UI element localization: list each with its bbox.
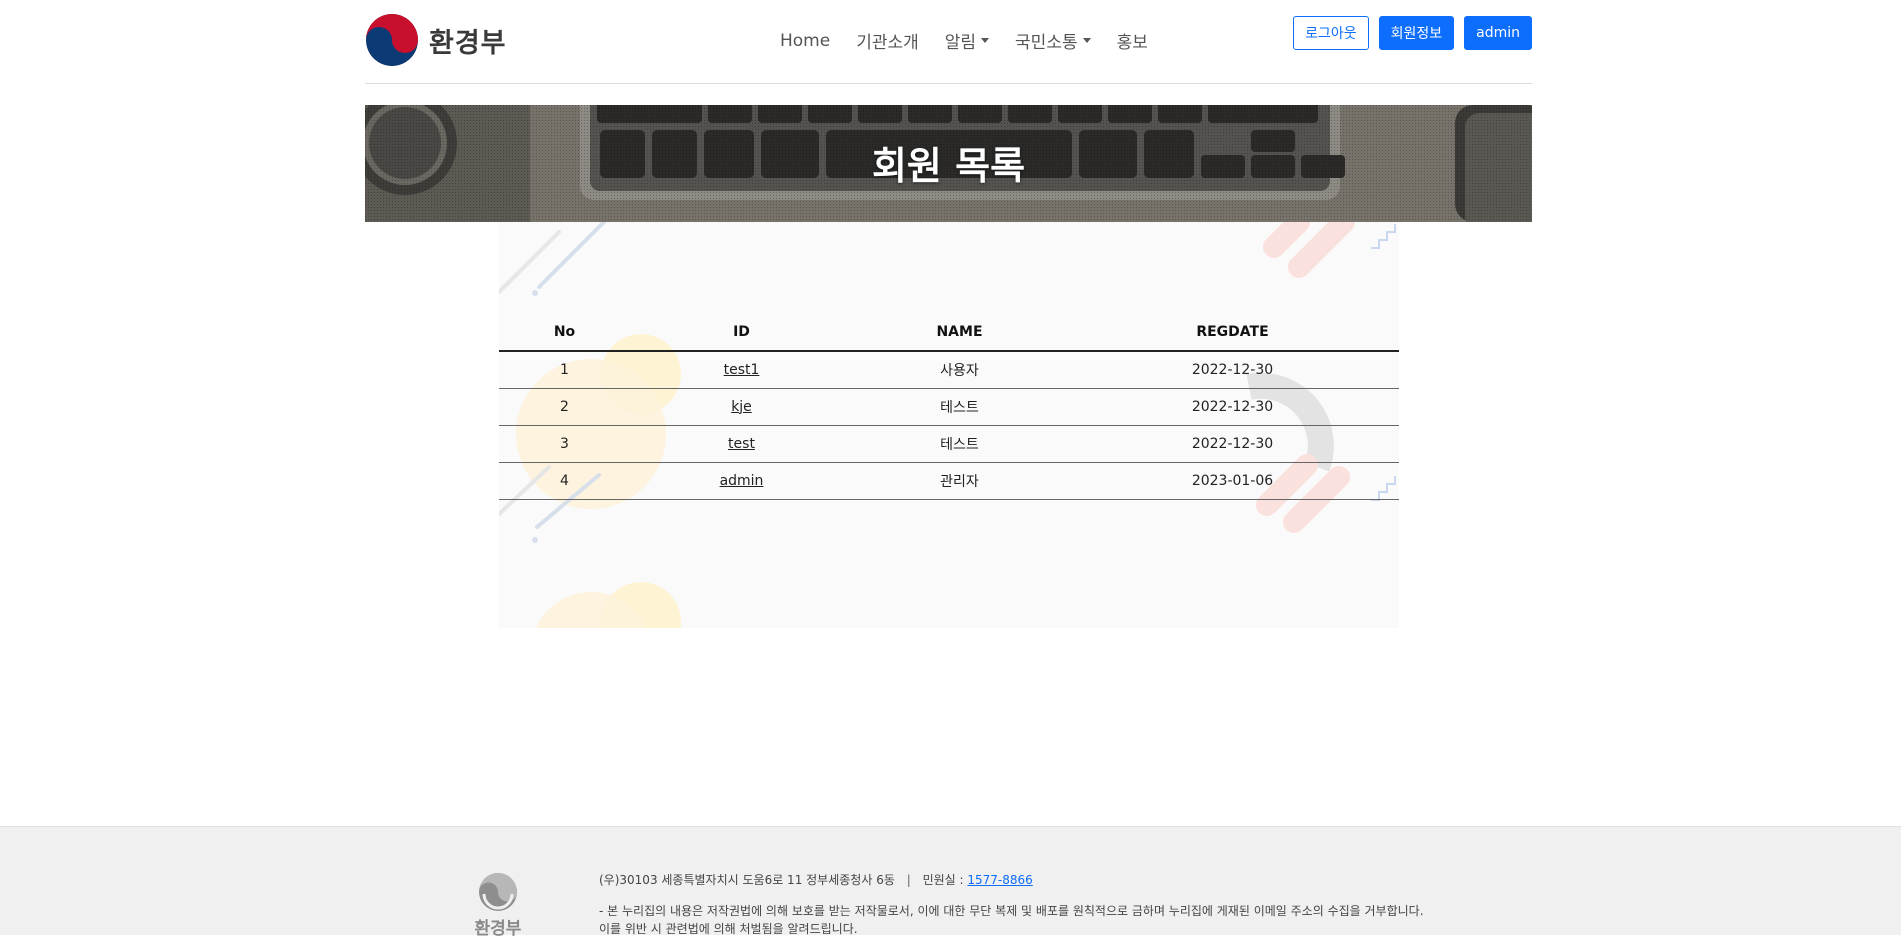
cell-id: admin [630,462,853,500]
cell-no: 2 [499,388,630,426]
footer-notice-2: 이를 위반 시 관련법에 의해 처벌됨을 알려드립니다. [599,922,858,936]
member-id-link[interactable]: kje [731,399,752,415]
page-title: 회원 목록 [871,144,1026,188]
column-header-id: ID [630,314,853,352]
member-id-link[interactable]: test1 [724,362,760,378]
footer-notice-1: - 본 누리집의 내용은 저작권법에 의해 보호를 받는 저작물로서, 이에 대… [599,904,1424,918]
nav-item-label: 알림 [944,33,977,53]
cell-id: kje [630,388,853,426]
table-row: 2 kje 테스트 2022-12-30 [499,388,1399,426]
table-header-row: No ID NAME REGDATE [499,314,1399,352]
nav-item-label: 기관소개 [856,33,919,53]
member-list-section: No ID NAME REGDATE 1 test1 사용자 2022-12-3… [499,222,1399,628]
nav-item-home[interactable]: Home [780,28,830,53]
column-header-name: NAME [853,314,1066,352]
cell-regdate: 2022-12-30 [1066,388,1399,426]
cell-regdate: 2023-01-06 [1066,462,1399,500]
member-table: No ID NAME REGDATE 1 test1 사용자 2022-12-3… [499,314,1399,500]
footer-logo: 환경부 [472,872,524,939]
cell-name: 사용자 [853,351,1066,389]
footer-address-line: (우)30103 세종특별자치시 도움6로 11 정부세종청사 6동 | 민원실… [599,871,1424,889]
caret-down-icon [981,38,990,43]
nav-item-label: 국민소통 [1015,33,1078,53]
member-id-link[interactable]: admin [720,473,764,489]
cell-no: 1 [499,351,630,389]
footer-address: (우)30103 세종특별자치시 도움6로 11 정부세종청사 6동 [599,873,895,887]
member-info-button[interactable]: 회원정보 [1378,16,1455,50]
cell-name: 테스트 [853,388,1066,426]
cell-no: 4 [499,462,630,500]
taegeuk-emblem-icon [366,14,418,66]
site-footer: 환경부 (우)30103 세종특별자치시 도움6로 11 정부세종청사 6동 |… [0,826,1901,939]
cell-id: test [630,425,853,463]
cell-id: test1 [630,351,853,389]
site-logo[interactable]: 환경부 [365,13,507,67]
footer-separator: | [906,873,911,887]
nav-item-pr[interactable]: 홍보 [1117,28,1148,53]
logout-button[interactable]: 로그아웃 [1293,16,1369,50]
taegeuk-emblem-grey-icon [479,873,517,911]
column-header-no: No [499,314,630,352]
header-actions: 로그아웃 회원정보 admin [1293,16,1532,50]
nav-item-label: 홍보 [1116,33,1148,53]
caret-down-icon [1082,38,1091,43]
nav-item-communication-dropdown[interactable]: 국민소통 [1015,28,1091,53]
column-header-regdate: REGDATE [1066,314,1399,352]
cell-regdate: 2022-12-30 [1066,425,1399,463]
table-row: 3 test 테스트 2022-12-30 [499,425,1399,463]
footer-call-label: 민원실 : [922,873,964,887]
nav-item-about[interactable]: 기관소개 [856,28,919,53]
footer-info: (우)30103 세종특별자치시 도움6로 11 정부세종청사 6동 | 민원실… [599,871,1424,938]
nav-item-label: Home [780,30,831,51]
site-header: 환경부 Home 기관소개 알림 국민소통 홍보 로그아웃 회원정보 admin [365,0,1532,84]
admin-button[interactable]: admin [1464,16,1532,50]
nav-item-notice-dropdown[interactable]: 알림 [944,28,990,53]
page-banner: 회원 목록 [365,105,1532,222]
member-id-link[interactable]: test [728,436,755,452]
footer-logo-text: 환경부 [474,919,522,939]
cell-name: 관리자 [853,462,1066,500]
table-row: 4 admin 관리자 2023-01-06 [499,462,1399,500]
footer-call-number-link[interactable]: 1577-8866 [967,873,1032,887]
logo-text: 환경부 [429,27,507,59]
main-nav: Home 기관소개 알림 국민소통 홍보 [780,28,1148,54]
cell-regdate: 2022-12-30 [1066,351,1399,389]
cell-no: 3 [499,425,630,463]
table-row: 1 test1 사용자 2022-12-30 [499,351,1399,389]
cell-name: 테스트 [853,425,1066,463]
